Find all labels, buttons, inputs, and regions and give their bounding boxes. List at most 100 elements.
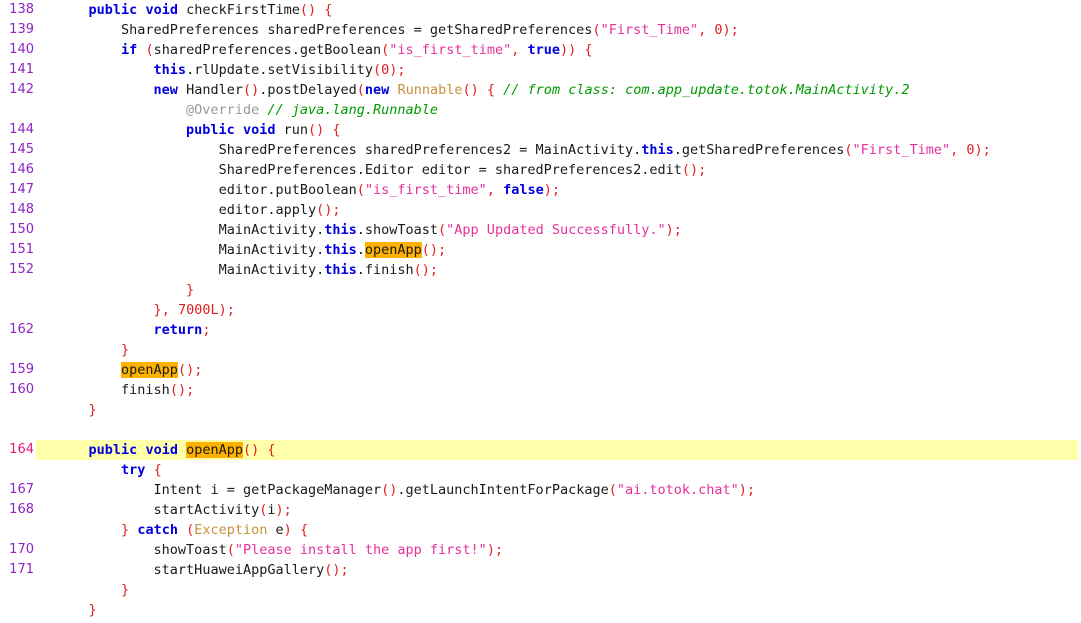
line-number: 170 (9, 542, 34, 557)
code-line[interactable]: 162 return; (0, 320, 1081, 340)
line-number: 162 (9, 322, 34, 337)
code-line-text: openApp(); (56, 360, 1081, 380)
code-line[interactable]: 140 if (sharedPreferences.getBoolean("is… (0, 40, 1081, 60)
code-line[interactable]: } catch (Exception e) { (0, 520, 1081, 540)
code-line[interactable]: 144 public void run() { (0, 120, 1081, 140)
code-line[interactable]: 148 editor.apply(); (0, 200, 1081, 220)
code-token: MainActivity. (218, 242, 325, 258)
code-token: . (356, 242, 365, 258)
code-line-text: } (56, 280, 1081, 300)
code-token: () (242, 82, 260, 98)
code-token: "First_Time" (600, 22, 699, 38)
line-number: 171 (9, 562, 34, 577)
search-match-token[interactable]: openApp (364, 242, 422, 258)
code-line-text: startHuaweiAppGallery(); (56, 560, 1081, 580)
code-line[interactable]: }, 7000L); (0, 300, 1081, 320)
code-token: () (299, 2, 317, 18)
code-line[interactable]: 146 SharedPreferences.Editor editor = sh… (0, 160, 1081, 180)
code-token: ( (186, 522, 195, 538)
code-token: true (527, 42, 560, 58)
code-viewer[interactable]: 138 public void checkFirstTime() {139 Sh… (0, 0, 1081, 623)
code-line[interactable]: 152 MainActivity.this.finish(); (0, 260, 1081, 280)
code-line[interactable] (0, 420, 1081, 440)
code-line-text: public void run() { (56, 120, 1081, 140)
code-token: (); (413, 262, 439, 278)
code-line[interactable]: 164 public void openApp() { (0, 440, 1081, 460)
code-token: () (243, 442, 260, 458)
code-line[interactable]: 142 new Handler().postDelayed(new Runnab… (0, 80, 1081, 100)
code-token: (); (681, 162, 707, 178)
code-token: { (153, 462, 162, 478)
code-line[interactable]: 151 MainActivity.this.openApp(); (0, 240, 1081, 260)
code-token: // from class: com.app_update.totok.Main… (503, 82, 910, 98)
line-number: 141 (9, 62, 34, 77)
code-token: , (161, 302, 178, 318)
line-number: 152 (9, 262, 34, 277)
code-line[interactable]: try { (0, 460, 1081, 480)
code-token: if (121, 42, 138, 58)
code-line[interactable]: 139 SharedPreferences sharedPreferences … (0, 20, 1081, 40)
code-token: "is_first_time" (364, 182, 487, 198)
code-line[interactable]: 171 startHuaweiAppGallery(); (0, 560, 1081, 580)
search-match-token[interactable]: openApp (186, 442, 243, 458)
code-line[interactable]: 160 finish(); (0, 380, 1081, 400)
code-token: this (153, 62, 187, 78)
code-line-list: 138 public void checkFirstTime() {139 Sh… (0, 0, 1081, 620)
code-token: ( (438, 222, 447, 238)
code-token: MainActivity. (218, 262, 325, 278)
code-line[interactable]: 147 editor.putBoolean("is_first_time", f… (0, 180, 1081, 200)
code-token: new (153, 82, 178, 98)
code-line[interactable]: 150 MainActivity.this.showToast("App Upd… (0, 220, 1081, 240)
code-token: } (121, 582, 130, 598)
code-line[interactable]: 145 SharedPreferences sharedPreferences2… (0, 140, 1081, 160)
code-token: this (324, 262, 357, 278)
code-token: public (88, 2, 138, 18)
code-line[interactable]: 170 showToast("Please install the app fi… (0, 540, 1081, 560)
code-line[interactable]: 167 Intent i = getPackageManager().getLa… (0, 480, 1081, 500)
code-line-text: }, 7000L); (56, 300, 1081, 320)
line-number: 139 (9, 22, 34, 37)
code-token: .rlUpdate.setVisibility (186, 62, 373, 78)
code-line[interactable]: } (0, 580, 1081, 600)
code-token: 7000L (177, 302, 219, 318)
search-match-token[interactable]: openApp (121, 362, 178, 378)
code-line-text: try { (56, 460, 1081, 480)
code-token: Intent i = getPackageManager (153, 482, 382, 498)
line-number: 145 (9, 142, 34, 157)
code-line[interactable]: } (0, 280, 1081, 300)
code-line[interactable]: 168 startActivity(i); (0, 500, 1081, 520)
code-line-text: editor.putBoolean("is_first_time", false… (56, 180, 1081, 200)
code-line[interactable]: } (0, 340, 1081, 360)
code-token: } (121, 342, 130, 358)
code-line[interactable]: 138 public void checkFirstTime() { (0, 0, 1081, 20)
code-token: { (267, 442, 276, 458)
code-line-text: MainActivity.this.showToast("App Updated… (56, 220, 1081, 240)
code-line-text: editor.apply(); (56, 200, 1081, 220)
line-number: 150 (9, 222, 34, 237)
code-token: this (641, 142, 674, 158)
code-line-text: startActivity(i); (56, 500, 1081, 520)
code-line[interactable]: @Override // java.lang.Runnable (0, 100, 1081, 120)
line-number: 140 (9, 42, 34, 57)
line-number: 159 (9, 362, 34, 377)
code-line[interactable]: 159 openApp(); (0, 360, 1081, 380)
code-token: ); (275, 502, 292, 518)
code-token: try (121, 462, 146, 478)
code-line-text: finish(); (56, 380, 1081, 400)
code-token: run (275, 122, 308, 138)
code-token: 0 (714, 22, 723, 38)
code-token: } (88, 402, 97, 418)
line-number: 164 (9, 442, 34, 457)
code-token: .showToast (356, 222, 439, 238)
code-line[interactable]: } (0, 600, 1081, 620)
code-line[interactable]: } (0, 400, 1081, 420)
code-token: SharedPreferences.Editor editor = shared… (218, 162, 682, 178)
code-token: (); (316, 202, 341, 218)
code-line[interactable]: 141 this.rlUpdate.setVisibility(0); (0, 60, 1081, 80)
